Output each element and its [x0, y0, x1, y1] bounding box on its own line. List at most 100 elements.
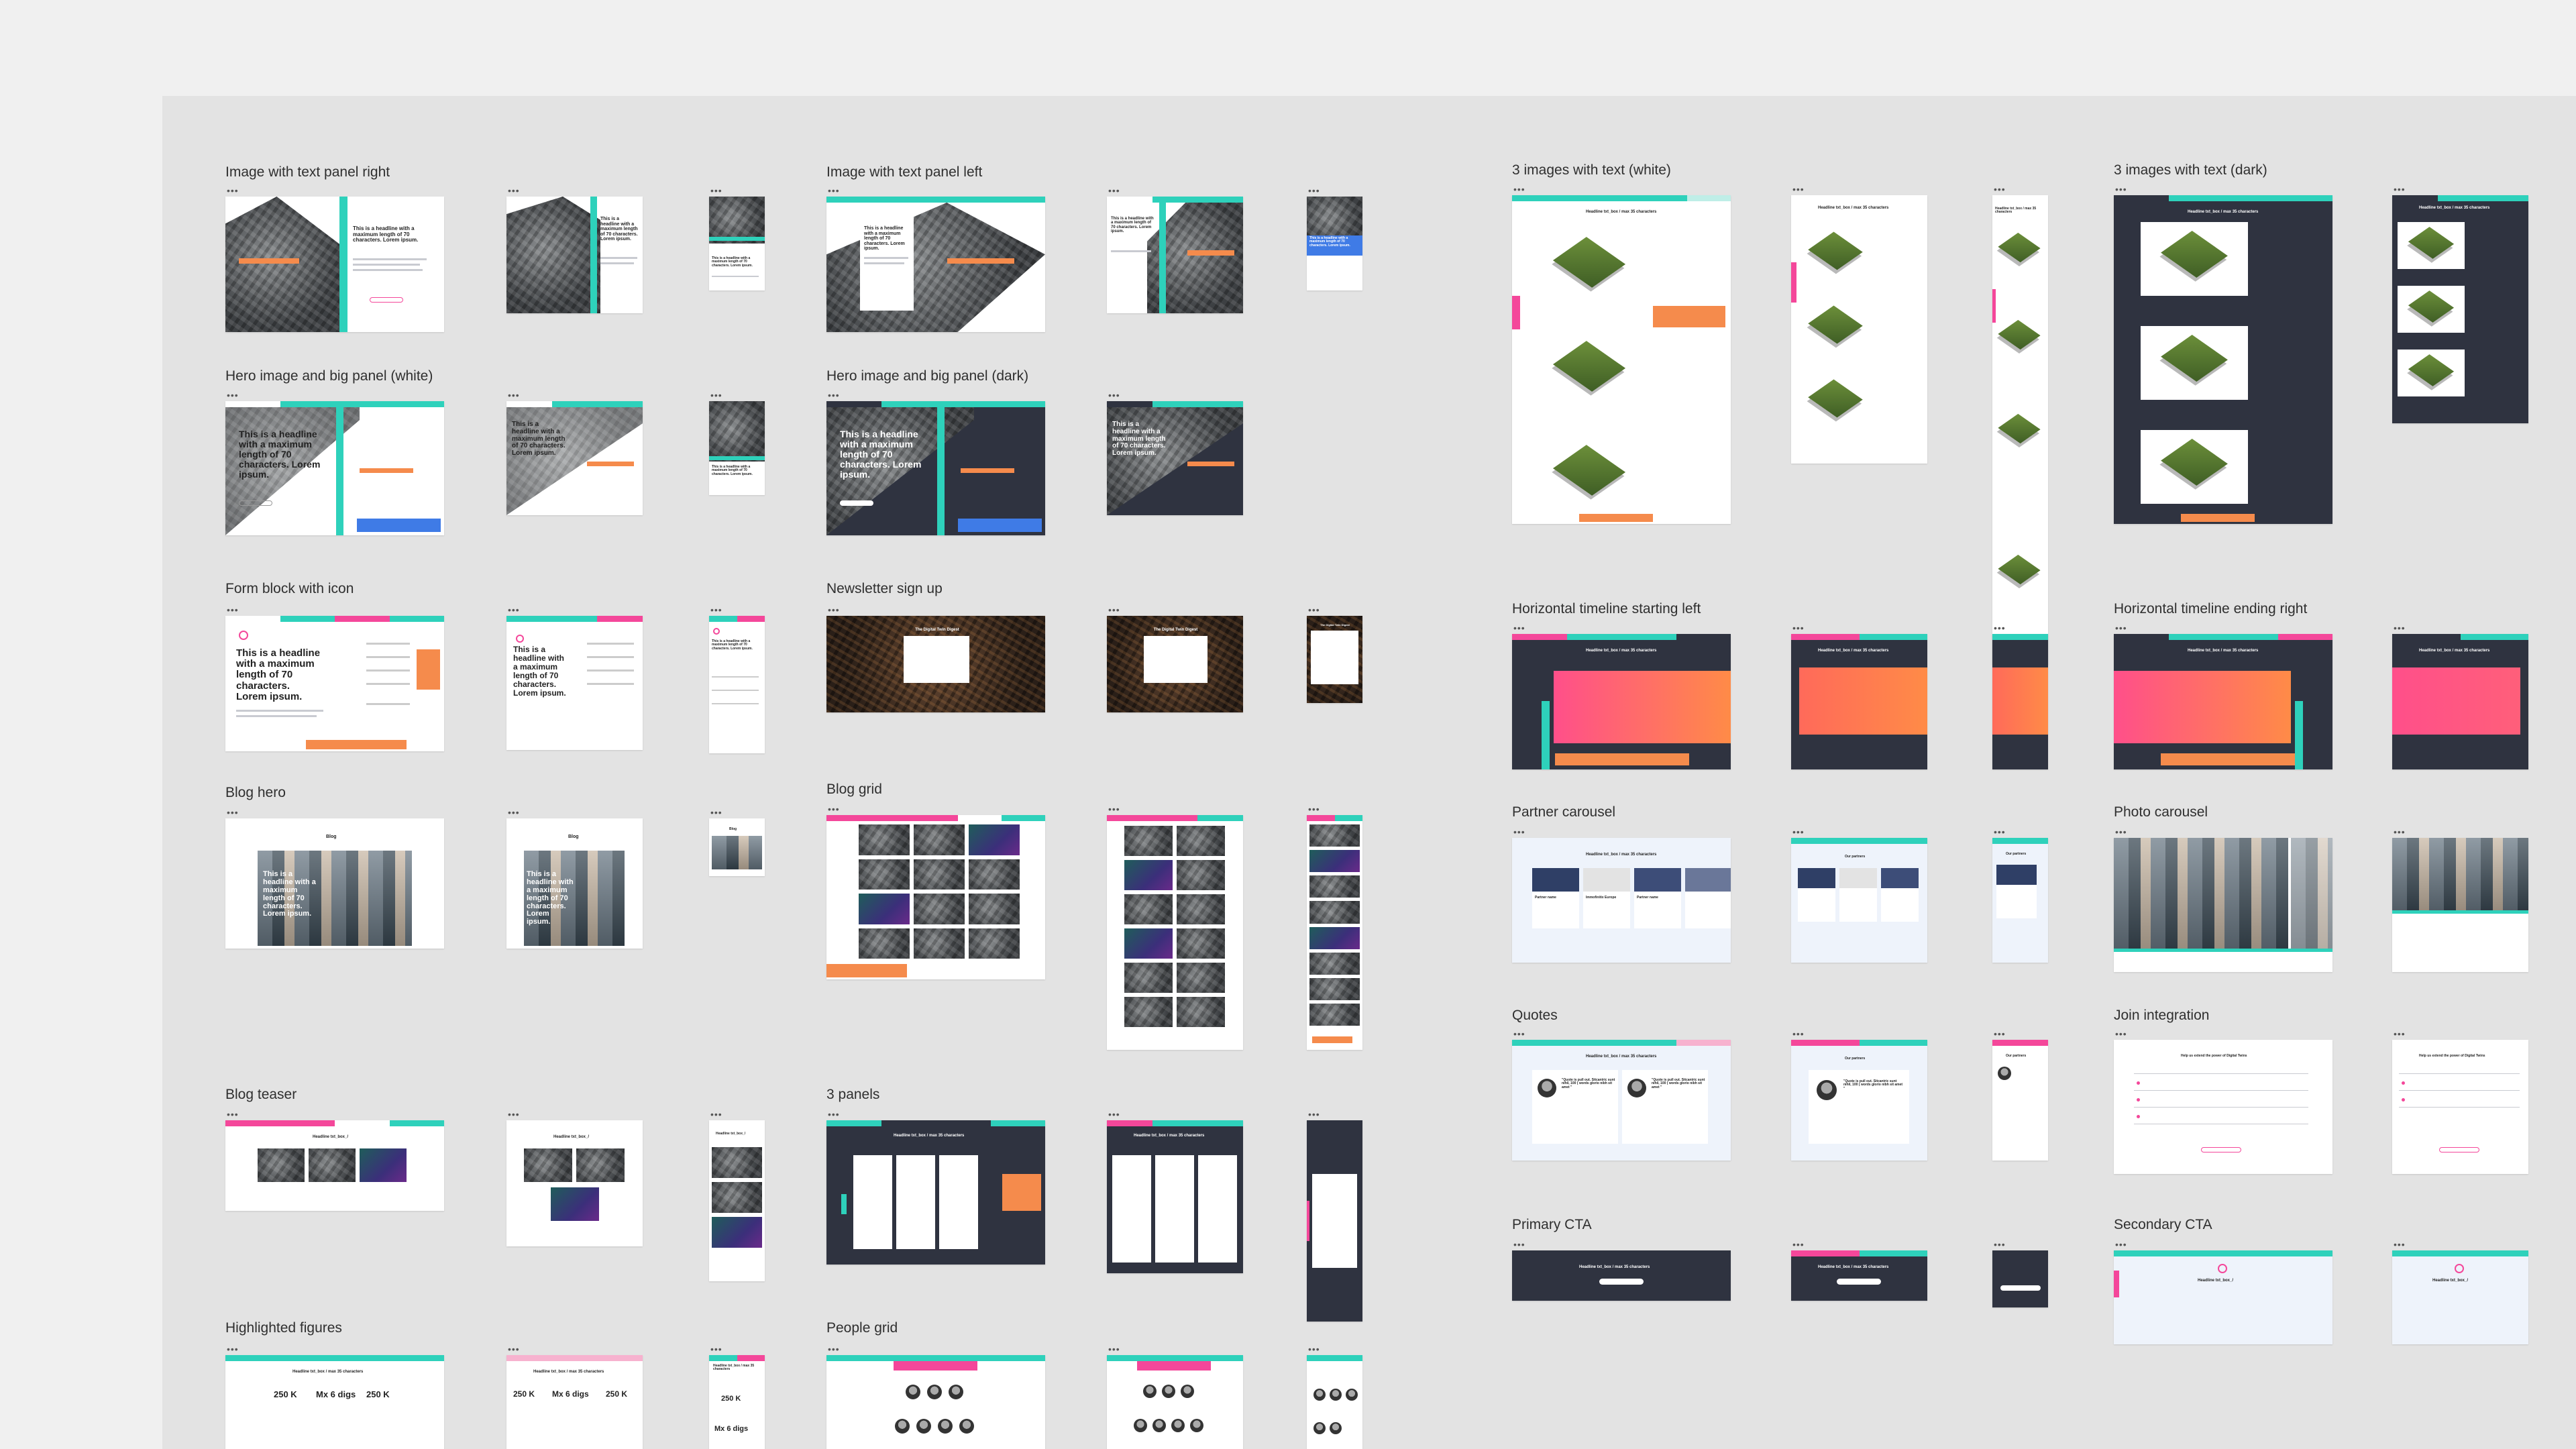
frame-tablet[interactable]: ••• Our partners "Quote is pull out. Sit… — [1791, 1029, 1927, 1161]
frame-menu-icon[interactable]: ••• — [1108, 1110, 1120, 1119]
frame-desktop[interactable]: ••• Help us extend the power of Digital … — [2114, 1029, 2332, 1174]
frame-tablet[interactable]: ••• — [2392, 827, 2528, 972]
frame-tablet[interactable]: ••• Our partners — [1791, 827, 1927, 963]
frame-menu-icon[interactable]: ••• — [2394, 827, 2406, 837]
frame-desktop[interactable]: ••• — [826, 1344, 1045, 1449]
frame-tablet[interactable]: ••• Help us extend the power of Digital … — [2392, 1029, 2528, 1174]
frame-menu-icon[interactable]: ••• — [1513, 1029, 1525, 1038]
frame-menu-icon[interactable]: ••• — [828, 605, 840, 614]
frame-desktop[interactable]: ••• Headline txt_box_/ — [2114, 1240, 2332, 1425]
frame-mobile[interactable]: ••• This is a headline with a maximum le… — [709, 605, 765, 753]
frame-menu-icon[interactable]: ••• — [1108, 605, 1120, 614]
frame-menu-icon[interactable]: ••• — [1792, 623, 1805, 633]
frame-menu-icon[interactable]: ••• — [1513, 827, 1525, 837]
frame-desktop[interactable]: ••• Headline txt_box / max 35 characters — [2114, 184, 2332, 524]
frame-menu-icon[interactable]: ••• — [1308, 1110, 1320, 1119]
frame-tablet[interactable]: ••• Headline txt_box / max 35 characters — [1791, 184, 1927, 464]
frame-tablet[interactable]: ••• Headline txt_box / max 35 characters — [1791, 1240, 1927, 1301]
frame-tablet[interactable]: ••• The Digital Twin Digest — [1107, 605, 1243, 712]
frame-desktop[interactable]: ••• The Digital Twin Digest — [826, 605, 1045, 712]
frame-desktop[interactable]: ••• This is a headline with a maximum le… — [225, 390, 444, 535]
frame-menu-icon[interactable]: ••• — [1308, 1344, 1320, 1354]
frame-menu-icon[interactable]: ••• — [1513, 1240, 1525, 1249]
frame-desktop[interactable]: ••• Headline txt_box / max 35 characters… — [1512, 1029, 1731, 1161]
frame-desktop[interactable]: ••• Headline txt_box / max 35 characters… — [225, 1344, 444, 1449]
frame-desktop[interactable]: ••• This is a headline with a maximum le… — [826, 390, 1045, 535]
frame-tablet[interactable]: ••• — [1107, 1344, 1243, 1449]
frame-menu-icon[interactable]: ••• — [1513, 184, 1525, 194]
frame-mobile[interactable]: ••• — [1307, 804, 1362, 1050]
frame-menu-icon[interactable]: ••• — [1792, 1240, 1805, 1249]
frame-desktop[interactable]: ••• This is a headline with a maximum le… — [225, 186, 444, 332]
frame-menu-icon[interactable]: ••• — [508, 390, 520, 400]
frame-menu-icon[interactable]: ••• — [2115, 827, 2127, 837]
frame-tablet[interactable]: ••• This is a headline with a maximum le… — [1107, 186, 1243, 313]
frame-tablet[interactable]: ••• Headline txt_box / max 35 characters — [1791, 623, 1927, 769]
frame-menu-icon[interactable]: ••• — [1994, 184, 2006, 194]
frame-menu-icon[interactable]: ••• — [1308, 804, 1320, 814]
frame-menu-icon[interactable]: ••• — [1994, 1029, 2006, 1038]
frame-tablet[interactable]: ••• This is a headline with a maximum le… — [1107, 390, 1243, 515]
cta-button[interactable] — [1837, 1279, 1881, 1285]
frame-menu-icon[interactable]: ••• — [2115, 1240, 2127, 1249]
frame-menu-icon[interactable]: ••• — [1108, 390, 1120, 400]
frame-menu-icon[interactable]: ••• — [2394, 1029, 2406, 1038]
frame-menu-icon[interactable]: ••• — [1792, 1029, 1805, 1038]
frame-menu-icon[interactable]: ••• — [710, 186, 722, 195]
frame-desktop[interactable]: ••• Headline txt_box / max 35 characters… — [1512, 827, 1731, 963]
frame-menu-icon[interactable]: ••• — [508, 808, 520, 817]
frame-menu-icon[interactable]: ••• — [828, 390, 840, 400]
frame-menu-icon[interactable]: ••• — [2115, 1029, 2127, 1038]
frame-menu-icon[interactable]: ••• — [1792, 827, 1805, 837]
join-button[interactable] — [2439, 1147, 2479, 1152]
frame-mobile[interactable]: ••• This is a headline with a maximum le… — [709, 186, 765, 290]
frame-menu-icon[interactable]: ••• — [227, 1344, 239, 1354]
cta-button[interactable] — [2000, 1285, 2041, 1291]
cta-button[interactable] — [1599, 1279, 1644, 1285]
frame-mobile[interactable]: ••• Our partners — [1992, 1029, 2048, 1161]
frame-menu-icon[interactable]: ••• — [828, 186, 840, 195]
frame-desktop[interactable]: ••• — [826, 804, 1045, 979]
frame-menu-icon[interactable]: ••• — [2115, 623, 2127, 633]
frame-menu-icon[interactable]: ••• — [710, 1344, 722, 1354]
hero-button[interactable] — [840, 500, 873, 506]
frame-mobile[interactable]: ••• — [1307, 1110, 1362, 1322]
frame-menu-icon[interactable]: ••• — [227, 186, 239, 195]
frame-menu-icon[interactable]: ••• — [710, 390, 722, 400]
frame-desktop[interactable]: ••• Headline txt_box / max 35 characters — [2114, 623, 2332, 769]
frame-tablet[interactable]: ••• Headline txt_box / max 35 characters… — [506, 1344, 643, 1449]
frame-desktop[interactable]: ••• This is a headline with a maximum le… — [826, 186, 1045, 332]
frame-mobile[interactable]: ••• Headline txt_box_/ — [709, 1110, 765, 1281]
frame-menu-icon[interactable]: ••• — [508, 1344, 520, 1354]
frame-menu-icon[interactable]: ••• — [508, 186, 520, 195]
frame-tablet[interactable]: ••• Headline txt_box / max 35 characters — [2392, 184, 2528, 423]
design-canvas[interactable]: Image with text panel right ••• This is … — [162, 96, 2576, 1449]
frame-tablet[interactable]: ••• Headline txt_box_/ — [2392, 1240, 2528, 1425]
frame-tablet[interactable]: ••• Headline txt_box / max 35 characters — [2392, 623, 2528, 769]
frame-tablet[interactable]: ••• — [1107, 804, 1243, 1050]
frame-desktop[interactable]: ••• Headline txt_box / max 35 characters — [1512, 1240, 1731, 1301]
frame-menu-icon[interactable]: ••• — [508, 1110, 520, 1119]
frame-menu-icon[interactable]: ••• — [828, 1344, 840, 1354]
frame-desktop[interactable]: ••• Headline txt_box / max 35 characters — [1512, 184, 1731, 524]
frame-mobile[interactable]: ••• Headline txt_box / max 35 characters — [1992, 184, 2048, 665]
frame-menu-icon[interactable]: ••• — [227, 605, 239, 614]
frame-menu-icon[interactable]: ••• — [227, 808, 239, 817]
frame-tablet[interactable]: ••• This is a headline with a maximum le… — [506, 390, 643, 515]
frame-mobile[interactable]: ••• Headline txt_box / max 35 characters… — [709, 1344, 765, 1449]
frame-mobile[interactable]: ••• This is a headline with a maximum le… — [1307, 186, 1362, 290]
frame-mobile[interactable]: ••• Our partners — [1992, 827, 2048, 963]
cta-button[interactable] — [370, 297, 403, 303]
frame-menu-icon[interactable]: ••• — [1792, 184, 1805, 194]
frame-desktop[interactable]: ••• Headline txt_box_/ — [225, 1110, 444, 1211]
frame-menu-icon[interactable]: ••• — [710, 605, 722, 614]
frame-menu-icon[interactable]: ••• — [710, 1110, 722, 1119]
frame-mobile[interactable]: ••• — [1992, 1240, 2048, 1307]
frame-tablet[interactable]: ••• Headline txt_box_/ — [506, 1110, 643, 1246]
frame-desktop[interactable]: ••• This is a headline with a maximum le… — [225, 605, 444, 751]
frame-desktop[interactable]: ••• Headline txt_box / max 35 characters — [1512, 623, 1731, 769]
frame-desktop[interactable]: ••• Headline txt_box / max 35 characters — [826, 1110, 1045, 1265]
frame-menu-icon[interactable]: ••• — [2394, 623, 2406, 633]
frame-menu-icon[interactable]: ••• — [1108, 1344, 1120, 1354]
newsletter-form[interactable] — [904, 636, 969, 683]
